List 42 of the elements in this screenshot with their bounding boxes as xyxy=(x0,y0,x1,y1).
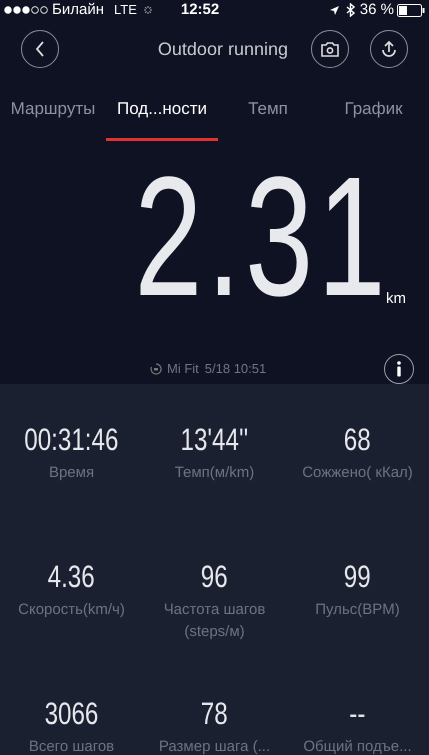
page-title: Outdoor running xyxy=(158,38,288,61)
stat-label: Общий подъе... xyxy=(302,737,413,755)
camera-button[interactable] xyxy=(311,30,349,68)
tab[interactable]: Маршруты xyxy=(0,96,106,141)
stat-value: 4.36 xyxy=(48,559,96,595)
network-type: LTE xyxy=(114,1,137,20)
stat-label: Время xyxy=(48,463,96,483)
upload-icon xyxy=(380,40,398,58)
stat-label: Размер шага (... xyxy=(158,737,272,755)
back-button[interactable] xyxy=(21,30,59,68)
spinner-icon xyxy=(142,5,153,15)
info-icon xyxy=(396,361,402,377)
stat-label: Частота шагов (steps/м) xyxy=(162,600,266,642)
tab[interactable]: Под...ности xyxy=(106,96,218,141)
tab[interactable]: График xyxy=(318,96,429,141)
stat-label: Сожжено( кКал) xyxy=(301,463,414,483)
carrier-name: Билайн xyxy=(52,0,104,20)
stat-value: 78 xyxy=(201,696,228,732)
stat-value: 13'44'' xyxy=(180,422,248,458)
bluetooth-icon xyxy=(346,3,355,17)
camera-icon xyxy=(321,42,339,56)
stat-label: Скорость(km/ч) xyxy=(17,600,126,620)
tab[interactable]: Темп xyxy=(218,96,318,141)
battery-percent: 36 % xyxy=(360,0,394,20)
source-app: Mi Fit xyxy=(167,360,199,378)
location-arrow-icon xyxy=(328,4,340,16)
stat-label: Темп(м/km) xyxy=(174,463,256,483)
share-button[interactable] xyxy=(370,30,408,68)
stat-label: Всего шагов xyxy=(28,737,116,755)
stat-value: -- xyxy=(349,696,366,732)
stat-value: 3066 xyxy=(44,696,98,732)
sync-icon xyxy=(150,363,162,375)
stat-value: 68 xyxy=(344,422,371,458)
chevron-left-icon xyxy=(35,41,45,57)
stat-value: 99 xyxy=(344,559,371,595)
stat-value: 96 xyxy=(201,559,228,595)
clock-time: 12:52 xyxy=(180,0,220,20)
record-timestamp: 5/18 10:51 xyxy=(204,360,266,378)
stat-label: Пульс(BPM) xyxy=(314,600,401,620)
battery-icon xyxy=(397,4,425,16)
stat-value: 00:31:46 xyxy=(24,422,119,458)
signal-icon xyxy=(4,6,48,14)
